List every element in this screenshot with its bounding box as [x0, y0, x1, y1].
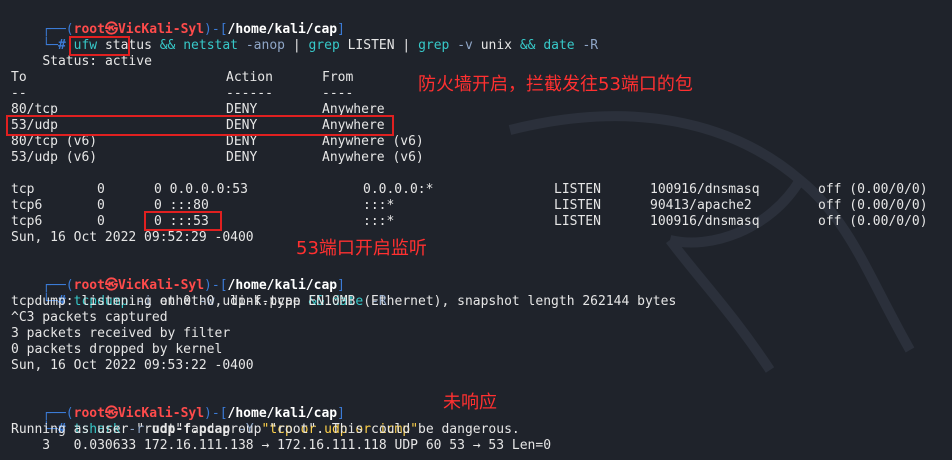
terminal-window[interactable]: ┌──(root㉿VicKali-Syl)-[/home/kali/cap] └…	[0, 0, 952, 460]
udp-rule-highlight-box	[6, 115, 394, 136]
output-line: Running as user "root" and group "root".…	[11, 422, 520, 437]
ufw-header-action: Action	[226, 70, 273, 85]
status-value: active	[104, 54, 152, 69]
no-response-annotation: 未响应	[443, 392, 497, 413]
output-line: tcpdump: listening on eth0, link-type EN…	[11, 294, 677, 309]
date-line-1: Sun, 16 Oct 2022 09:52:29 -0400	[11, 230, 254, 245]
prompt-line-3: ┌──(root㉿VicKali-Syl)-[/home/kali/cap]	[42, 406, 345, 421]
ufw-header-to: To	[11, 70, 27, 85]
output-line: 3 0.030633 172.16.111.138 → 172.16.111.1…	[11, 438, 552, 453]
output-line: ^C3 packets captured	[11, 310, 168, 325]
firewall-annotation: 防火墙开启，拦截发往53端口的包	[418, 74, 693, 95]
output-line: 3 packets received by filter	[11, 326, 231, 341]
command-line-2[interactable]: └─# tcpdump -i eth0 -w udp-f.pcap && dat…	[11, 278, 386, 309]
output-line: Sun, 16 Oct 2022 09:53:22 -0400	[11, 358, 254, 373]
prompt-line-2: ┌──(root㉿VicKali-Syl)-[/home/kali/cap]	[42, 278, 345, 293]
listening-annotation: 53端口开启监听	[296, 238, 427, 259]
output-line: 0 packets dropped by kernel	[11, 342, 223, 357]
prompt-line-1: ┌──(root㉿VicKali-Syl)-[/home/kali/cap]	[42, 22, 345, 37]
status-highlight-box	[69, 36, 130, 56]
command-line-3[interactable]: └─# tshark -r udp-f.pcap -Y "tcp or udp …	[11, 406, 418, 437]
port53-highlight-box	[144, 211, 222, 231]
ufw-header-from: From	[322, 70, 354, 85]
kali-dragon-watermark	[508, 111, 915, 373]
